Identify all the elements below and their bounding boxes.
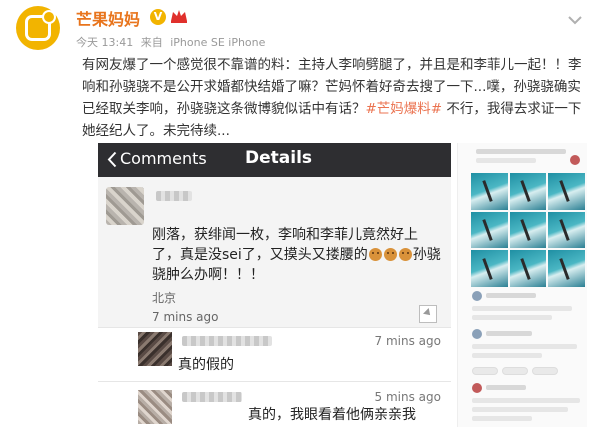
verified-icon: V (150, 9, 166, 25)
reply-time: 7 mins ago (374, 334, 441, 348)
blurred-pill (472, 367, 498, 375)
blurred-username (156, 191, 192, 201)
blurred-avatar (570, 155, 580, 165)
photo-grid (471, 173, 585, 287)
comment-location: 北京 (152, 291, 177, 305)
grid-photo[interactable] (509, 211, 547, 249)
blurred-text-line (472, 398, 580, 403)
blurred-avatar (472, 329, 482, 339)
post-header: 芒果妈妈 V 今天 13:41 来自 iPhone SE iPhone (14, 4, 584, 52)
post-body: 有网友爆了一个感觉很不靠谱的料：主持人李响劈腿了，并且是和李菲儿一起！！李响和孙… (82, 54, 582, 142)
back-button[interactable]: Comments (120, 149, 207, 168)
grid-photo[interactable] (471, 250, 508, 287)
blurred-username (182, 392, 242, 402)
grid-photo[interactable] (548, 250, 585, 287)
grid-photo[interactable] (548, 211, 585, 249)
grid-photo[interactable] (471, 173, 508, 210)
blurred-text-line (486, 331, 532, 336)
grid-photo[interactable] (548, 173, 585, 210)
reply-time: 5 mins ago (374, 390, 441, 404)
blurred-pill (532, 367, 558, 375)
post-device[interactable]: iPhone SE iPhone (170, 36, 265, 49)
blurred-avatar (106, 187, 144, 225)
post-meta: 今天 13:41 来自 iPhone SE iPhone (76, 34, 269, 50)
chevron-down-icon[interactable] (568, 10, 582, 25)
main-comment: 刚落，获绯闻一枚，李响和李菲儿竟然好上了，真是没sei了，又摸头又搂腰的 孙骁骁肿… (98, 177, 451, 327)
blurred-text-line (472, 407, 568, 412)
user-name[interactable]: 芒果妈妈 (76, 6, 140, 30)
blurred-avatar (472, 383, 482, 393)
app-logo-icon (25, 10, 56, 41)
comment-time: 7 mins ago (152, 310, 219, 324)
blurred-avatar (472, 291, 482, 301)
reply-row: 7 mins ago 真的假的 (98, 327, 451, 381)
nav-bar: Comments Details (98, 143, 451, 177)
grid-photo[interactable] (509, 250, 547, 287)
embedded-screenshot-comments[interactable]: Comments Details 刚落，获绯闻一枚，李响和李菲儿竟然好上了，真是… (98, 143, 451, 427)
comment-text: 刚落，获绯闻一枚，李响和李菲儿竟然好上了，真是没sei了，又摸头又搂腰的 孙骁骁肿… (152, 227, 441, 283)
blurred-avatar (138, 390, 172, 424)
blurred-text-line (486, 293, 536, 298)
emoji-icon (368, 248, 382, 261)
reply-row: 5 mins ago 真的，我眼看着他俩亲亲我 (98, 381, 451, 427)
blurred-avatar (138, 332, 172, 366)
reply-text: 真的假的 (178, 357, 234, 373)
blurred-username (182, 336, 272, 346)
reply-text: 真的，我眼看着他俩亲亲我 (248, 407, 416, 423)
embedded-screenshot-feed[interactable] (457, 143, 587, 427)
post-source-prefix: 来自 (140, 36, 163, 49)
crown-icon (170, 8, 188, 25)
avatar[interactable] (16, 6, 60, 50)
nav-title: Details (245, 148, 313, 168)
grid-photo[interactable] (471, 211, 508, 249)
blurred-text-line (476, 149, 566, 154)
grid-photo[interactable] (509, 173, 547, 210)
blurred-text-line (472, 315, 552, 320)
blurred-text-line (472, 344, 577, 349)
blurred-text-line (472, 306, 572, 311)
emoji-icon (383, 248, 397, 261)
emoji-icon (398, 248, 412, 261)
blurred-pill (502, 367, 528, 375)
blurred-text-line (486, 385, 526, 390)
hashtag-link[interactable]: #芒妈爆料# (366, 101, 443, 117)
post-time: 今天 13:41 (76, 36, 134, 49)
blurred-text-line (472, 353, 542, 358)
back-chevron-icon[interactable] (107, 151, 117, 168)
more-icon[interactable] (419, 305, 437, 323)
blurred-text-line (476, 158, 536, 163)
blurred-text-line (472, 416, 532, 421)
